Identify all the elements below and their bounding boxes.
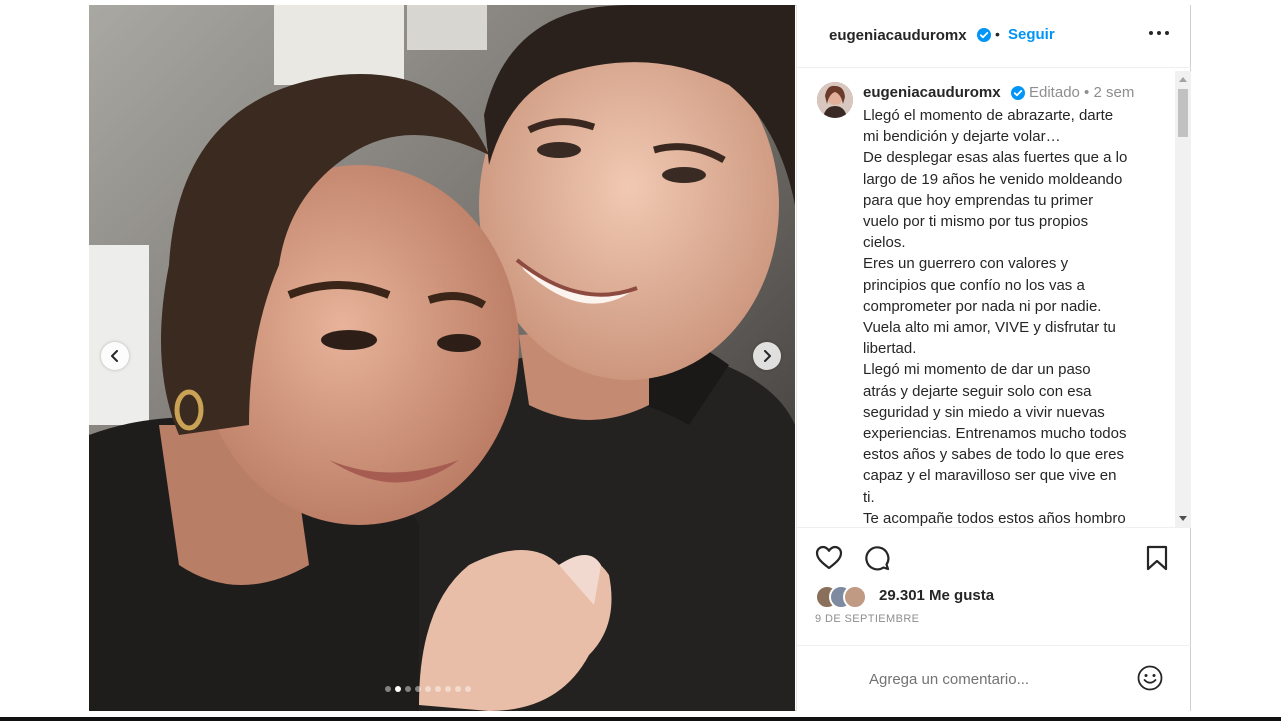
caption-line: experiencias. Entrenamos mucho todos [863, 425, 1127, 443]
scrollbar-thumb[interactable] [1178, 89, 1188, 137]
caption-line: ti. [863, 488, 875, 506]
previous-slide-button[interactable] [101, 342, 129, 370]
scroll-down-arrow-icon[interactable] [1175, 511, 1191, 527]
caption-line: libertad. [863, 340, 917, 358]
comment-bar [797, 645, 1191, 712]
next-slide-button[interactable] [753, 342, 781, 370]
follow-button[interactable]: Seguir [1008, 26, 1055, 43]
carousel-dot [465, 686, 471, 692]
post-header: eugeniacauduromx • Seguir [797, 5, 1191, 68]
verified-badge-icon [1011, 85, 1025, 103]
post-age[interactable]: 2 sem [1093, 84, 1134, 101]
caption-line: largo de 19 años he venido moldeando [863, 170, 1123, 188]
carousel-dot [405, 686, 411, 692]
verified-badge-icon [977, 27, 991, 45]
caption-line: Llegó el momento de abrazarte, darte [863, 107, 1114, 124]
emoji-icon[interactable] [1136, 664, 1164, 692]
caption-meta: Editado • 2 sem [1029, 84, 1134, 101]
more-horizontal-icon[interactable] [1147, 21, 1171, 45]
avatar [843, 585, 867, 609]
likes-count[interactable]: 29.301 Me gusta [879, 587, 994, 604]
avatar[interactable] [817, 82, 853, 118]
header-separator: • [995, 26, 1000, 42]
caption-line: estos años y sabes de todo lo que eres [863, 446, 1125, 464]
page-bottom-border [0, 717, 1281, 721]
liker-avatars[interactable] [815, 585, 877, 609]
comment-icon[interactable] [863, 544, 891, 572]
bookmark-icon[interactable] [1143, 544, 1171, 572]
chevron-right-icon [764, 350, 771, 362]
caption-line: Llegó mi momento de dar un paso [863, 361, 1091, 379]
caption-line: De desplegar esas alas fuertes que a lo [863, 149, 1128, 167]
carousel-dot [435, 686, 441, 692]
carousel-dot [385, 686, 391, 692]
carousel-dot [445, 686, 451, 692]
caption-text: Llegó el momento de abrazarte, darte mi b… [863, 105, 1159, 528]
caption-line: vuelo por ti mismo por tus propios [863, 213, 1089, 231]
heart-icon[interactable] [815, 544, 843, 572]
chevron-left-icon [111, 350, 118, 362]
caption-line: seguridad y sin miedo a vivir nuevas [863, 403, 1105, 421]
carousel-dot-active [395, 686, 401, 692]
meta-separator: • [1084, 84, 1090, 101]
caption-line: mi bendición y dejarte volar… [863, 128, 1061, 146]
caption-line: comprometer por nada ni por nadie. [863, 297, 1102, 315]
caption-line: Vuela alto mi amor, VIVE y disfrutar tu [863, 319, 1116, 337]
caption-line: capaz y el maravilloso ser que vive en [863, 467, 1117, 485]
post-photo[interactable] [89, 5, 795, 711]
carousel-dot [425, 686, 431, 692]
caption-line: cielos. [863, 234, 906, 252]
post-details-panel: eugeniacauduromx • Seguir eugeniacauduro… [796, 5, 1191, 712]
carousel-dot [415, 686, 421, 692]
post-date[interactable]: 9 DE SEPTIEMBRE [815, 613, 919, 625]
caption-line: Eres un guerrero con valores y [863, 255, 1069, 273]
caption-line: atrás y dejarte seguir solo con esa [863, 382, 1092, 400]
edited-label: Editado [1029, 84, 1080, 101]
selfie-photo [89, 5, 795, 711]
carousel-indicator [385, 686, 471, 692]
caption-scrollbar[interactable] [1175, 71, 1191, 527]
caption-line: Te acompañe todos estos años hombro [863, 509, 1126, 527]
header-username[interactable]: eugeniacauduromx [829, 27, 967, 44]
scroll-up-arrow-icon[interactable] [1175, 71, 1191, 87]
comment-input[interactable] [867, 666, 1121, 692]
caption-section: eugeniacauduromx Editado • 2 sem Llegó e… [797, 68, 1191, 528]
caption-line: para que hoy emprendas tu primer [863, 191, 1094, 209]
carousel-dot [455, 686, 461, 692]
caption-line: principios que confío no los vas a [863, 276, 1085, 294]
caption-username[interactable]: eugeniacauduromx [863, 84, 1001, 101]
